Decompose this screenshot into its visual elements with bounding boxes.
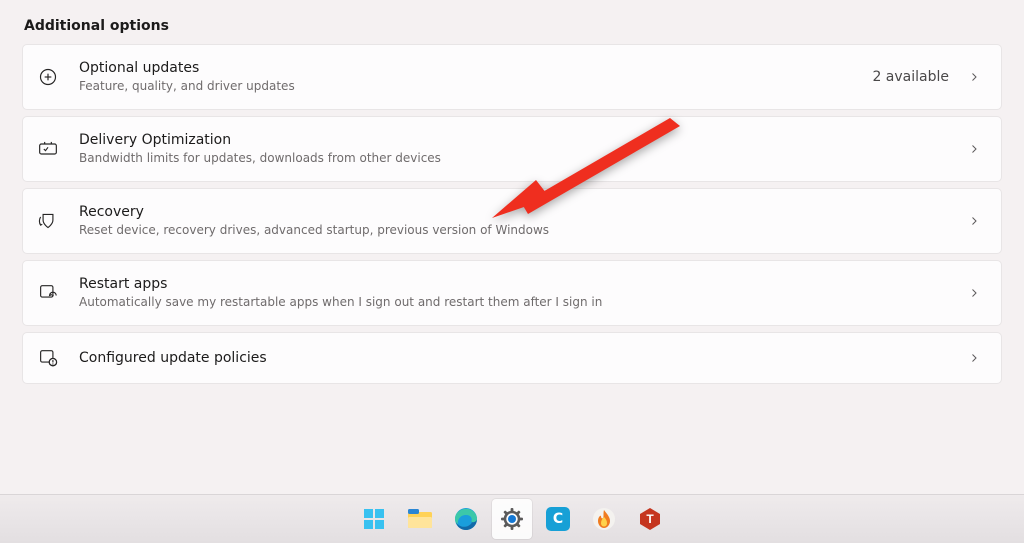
item-optional-updates[interactable]: Optional updates Feature, quality, and d… xyxy=(22,44,1002,110)
svg-text:T: T xyxy=(646,512,654,526)
chevron-right-icon xyxy=(967,142,981,156)
file-explorer-icon[interactable] xyxy=(400,499,440,539)
taskbar: C T xyxy=(0,494,1024,543)
app-flame-icon[interactable] xyxy=(584,499,624,539)
item-restart-apps[interactable]: Restart apps Automatically save my resta… xyxy=(22,260,1002,326)
restart-apps-icon xyxy=(37,282,59,304)
item-subtitle: Feature, quality, and driver updates xyxy=(79,78,872,95)
settings-icon[interactable] xyxy=(492,499,532,539)
item-recovery[interactable]: Recovery Reset device, recovery drives, … xyxy=(22,188,1002,254)
item-subtitle: Reset device, recovery drives, advanced … xyxy=(79,222,967,239)
section-title: Additional options xyxy=(24,18,1002,34)
item-title: Restart apps xyxy=(79,275,967,293)
chevron-right-icon xyxy=(967,351,981,365)
recovery-icon xyxy=(37,210,59,232)
chevron-right-icon xyxy=(967,214,981,228)
delivery-optimization-icon xyxy=(37,138,59,160)
item-title: Optional updates xyxy=(79,59,872,77)
item-configured-update-policies[interactable]: Configured update policies xyxy=(22,332,1002,384)
chevron-right-icon xyxy=(967,70,981,84)
start-button[interactable] xyxy=(354,499,394,539)
item-title: Configured update policies xyxy=(79,349,967,367)
item-subtitle: Bandwidth limits for updates, downloads … xyxy=(79,150,967,167)
edge-browser-icon[interactable] xyxy=(446,499,486,539)
configured-update-policies-icon xyxy=(37,347,59,369)
app-c-icon[interactable]: C xyxy=(538,499,578,539)
item-subtitle: Automatically save my restartable apps w… xyxy=(79,294,967,311)
item-delivery-optimization[interactable]: Delivery Optimization Bandwidth limits f… xyxy=(22,116,1002,182)
plus-circle-icon xyxy=(37,66,59,88)
item-title: Delivery Optimization xyxy=(79,131,967,149)
chevron-right-icon xyxy=(967,286,981,300)
item-title: Recovery xyxy=(79,203,967,221)
app-t-icon[interactable]: T xyxy=(630,499,670,539)
trailing-text: 2 available xyxy=(872,69,949,85)
